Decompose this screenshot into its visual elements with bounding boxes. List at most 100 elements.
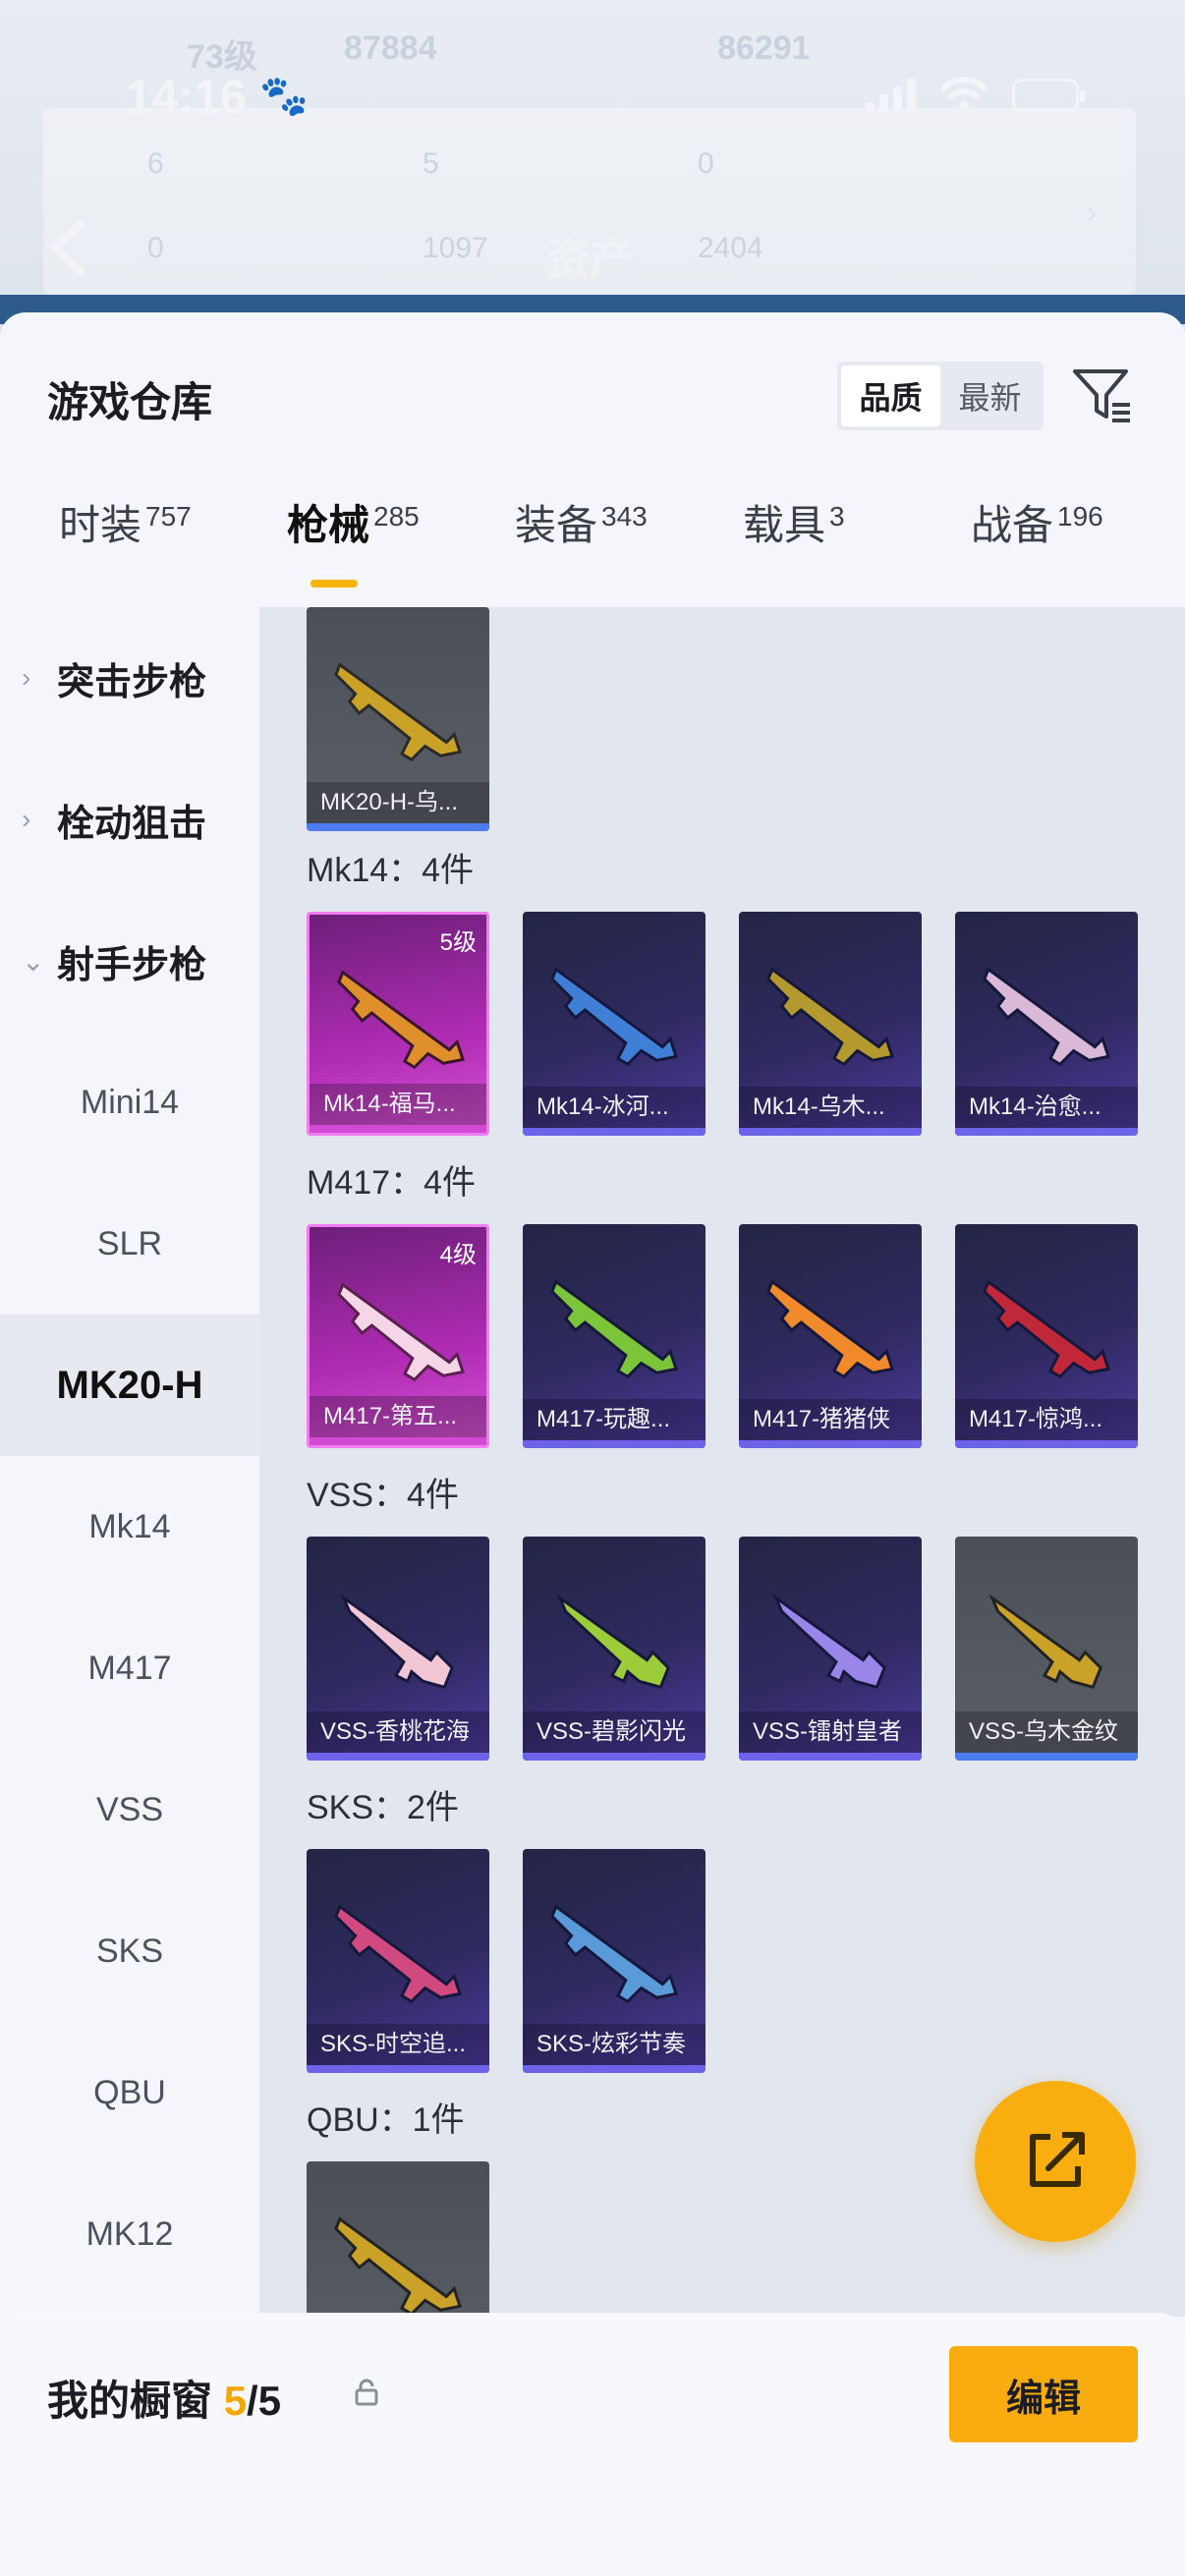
chevron-right-icon: › xyxy=(22,804,31,834)
tab-label: 装备 xyxy=(515,502,598,548)
weapon-name: Mk14-治愈... xyxy=(955,1087,1138,1128)
sidebar-item-m417[interactable]: M417 xyxy=(0,1597,259,1739)
rifle-icon xyxy=(556,1594,670,1690)
weapon-card[interactable]: 4级 M417-第五... xyxy=(307,1224,489,1448)
faded-value: 1097 xyxy=(423,232,488,264)
rifle-icon xyxy=(983,967,1111,1067)
weapon-card[interactable]: VSS-香桃花海 xyxy=(307,1537,489,1761)
faded-value: 0 xyxy=(147,232,164,264)
sidebar-item-mk12[interactable]: MK12 xyxy=(0,2163,259,2305)
rarity-strip xyxy=(310,1125,486,1133)
showcase-bar: 我的橱窗 5/5 编辑 xyxy=(0,2313,1185,2576)
sidebar-item-mk14[interactable]: Mk14 xyxy=(0,1456,259,1597)
sidebar-category-marksman-rifle[interactable]: ⌄ 射手步枪 xyxy=(0,890,259,1032)
paw-icon: 🐾 xyxy=(259,75,309,118)
weapon-card[interactable]: M417-玩趣... xyxy=(523,1224,705,1448)
chevron-right-icon[interactable]: › xyxy=(1087,196,1097,230)
weapon-name: SKS-时空追... xyxy=(307,2024,489,2065)
group-header-mk14: Mk14：4件 xyxy=(307,852,475,889)
sidebar-item-vss[interactable]: VSS xyxy=(0,1739,259,1880)
weapon-name: MK20-H-乌... xyxy=(307,782,489,823)
group-header-sks: SKS：2件 xyxy=(307,1789,459,1826)
tab-label: 载具 xyxy=(743,502,826,548)
weapon-card[interactable]: M417-猪猪侠 xyxy=(739,1224,922,1448)
sidebar-item-sks[interactable]: SKS xyxy=(0,1880,259,2022)
sort-latest-option[interactable]: 最新 xyxy=(940,365,1040,426)
rifle-icon xyxy=(766,1279,895,1379)
sidebar-item-label: M417 xyxy=(87,1649,172,1687)
showcase-current: 5 xyxy=(223,2378,248,2424)
tab-count: 196 xyxy=(1057,501,1103,532)
weapon-card[interactable]: MK20-H-乌... xyxy=(307,607,489,831)
weapon-card[interactable]: Mk14-乌木... xyxy=(739,912,922,1136)
sidebar-item-label: MK12 xyxy=(85,2214,174,2253)
sidebar-item-qbu[interactable]: QBU xyxy=(0,2022,259,2163)
sidebar-category-label: 突击步枪 xyxy=(57,661,207,703)
group-header-vss: VSS：4件 xyxy=(307,1477,459,1514)
weapon-card[interactable]: SKS-时空追... xyxy=(307,1849,489,2073)
battery-icon xyxy=(1012,79,1085,112)
page-title: 游戏仓库 xyxy=(47,379,213,425)
weapon-name: VSS-乌木金纹 xyxy=(955,1711,1138,1753)
rarity-strip xyxy=(955,1440,1138,1448)
rifle-icon xyxy=(550,967,679,1067)
weapon-card[interactable]: Mk14-治愈... xyxy=(955,912,1138,1136)
tab-vehicles[interactable]: 载具 3 xyxy=(743,499,845,553)
weapon-card[interactable]: 5级 Mk14-福马... xyxy=(307,912,489,1136)
sidebar-item-label: Mk14 xyxy=(88,1507,171,1545)
tab-fashion[interactable]: 时装 757 xyxy=(59,499,192,553)
rarity-strip xyxy=(523,1128,705,1136)
share-export-icon xyxy=(1030,2132,1085,2187)
tab-firearms[interactable]: 枪械 285 xyxy=(287,499,420,588)
lock-icon xyxy=(355,2379,378,2406)
tab-label: 战备 xyxy=(971,502,1054,548)
sidebar-item-mini14[interactable]: Mini14 xyxy=(0,1032,259,1173)
rifle-icon xyxy=(337,1282,466,1382)
chevron-down-icon: ⌄ xyxy=(22,945,45,977)
rifle-icon xyxy=(983,1279,1111,1379)
sort-quality-option[interactable]: 品质 xyxy=(841,365,940,426)
weapon-card[interactable]: SKS-炫彩节奏 xyxy=(523,1849,705,2073)
rarity-strip xyxy=(310,1437,486,1445)
rarity-strip xyxy=(739,1128,922,1136)
rifle-icon xyxy=(550,1279,679,1379)
tab-count: 757 xyxy=(145,501,192,532)
share-button[interactable] xyxy=(975,2081,1136,2242)
sidebar-item-mk20h[interactable]: MK20-H xyxy=(0,1315,259,1456)
faded-value: 86291 xyxy=(717,29,811,67)
active-tab-indicator xyxy=(310,580,358,588)
category-tabs: 时装 757 枪械 285 装备 343 载具 3 战备 196 xyxy=(0,499,1185,607)
weapon-name: M417-第五... xyxy=(310,1396,486,1437)
weapon-card[interactable]: VSS-乌木金纹 xyxy=(955,1537,1138,1761)
rarity-strip xyxy=(307,2065,489,2073)
filter-icon[interactable] xyxy=(1071,364,1134,426)
weapon-card[interactable]: Mk14-冰河... xyxy=(523,912,705,1136)
edit-button[interactable]: 编辑 xyxy=(949,2346,1138,2442)
wifi-icon xyxy=(941,77,987,111)
sidebar-category-label: 栓动狙击 xyxy=(57,803,207,845)
showcase-separator: / xyxy=(247,2378,258,2424)
group-header-qbu: QBU：1件 xyxy=(307,2101,465,2139)
sidebar-item-label: QBU xyxy=(93,2073,166,2111)
weapon-card[interactable]: VSS-镭射皇者 xyxy=(739,1537,922,1761)
weapon-grid: MK20-H-乌... Mk14：4件 5级 Mk14-福马... Mk14-冰… xyxy=(259,607,1185,2317)
sidebar-category-bolt-sniper[interactable]: › 栓动狙击 xyxy=(0,749,259,890)
tab-gear[interactable]: 战备 196 xyxy=(971,499,1103,553)
rarity-strip xyxy=(307,823,489,831)
sidebar-item-slr[interactable]: SLR xyxy=(0,1173,259,1315)
back-arrow-icon[interactable] xyxy=(45,218,88,277)
weapon-card[interactable]: M417-惊鸿... xyxy=(955,1224,1138,1448)
weapon-name: SKS-炫彩节奏 xyxy=(523,2024,705,2065)
rifle-icon xyxy=(340,1594,454,1690)
weapon-name: VSS-碧影闪光 xyxy=(523,1711,705,1753)
sidebar-category-assault-rifle[interactable]: › 突击步枪 xyxy=(0,607,259,749)
sidebar-item-label: SLR xyxy=(96,1224,163,1262)
rifle-icon xyxy=(334,2216,463,2317)
weapon-card[interactable] xyxy=(307,2161,489,2317)
weapon-name: M417-惊鸿... xyxy=(955,1399,1138,1440)
rarity-strip xyxy=(523,1440,705,1448)
tab-count: 3 xyxy=(829,501,845,532)
tab-equipment[interactable]: 装备 343 xyxy=(515,499,648,553)
weapon-card[interactable]: VSS-碧影闪光 xyxy=(523,1537,705,1761)
showcase-total: 5 xyxy=(257,2378,282,2424)
